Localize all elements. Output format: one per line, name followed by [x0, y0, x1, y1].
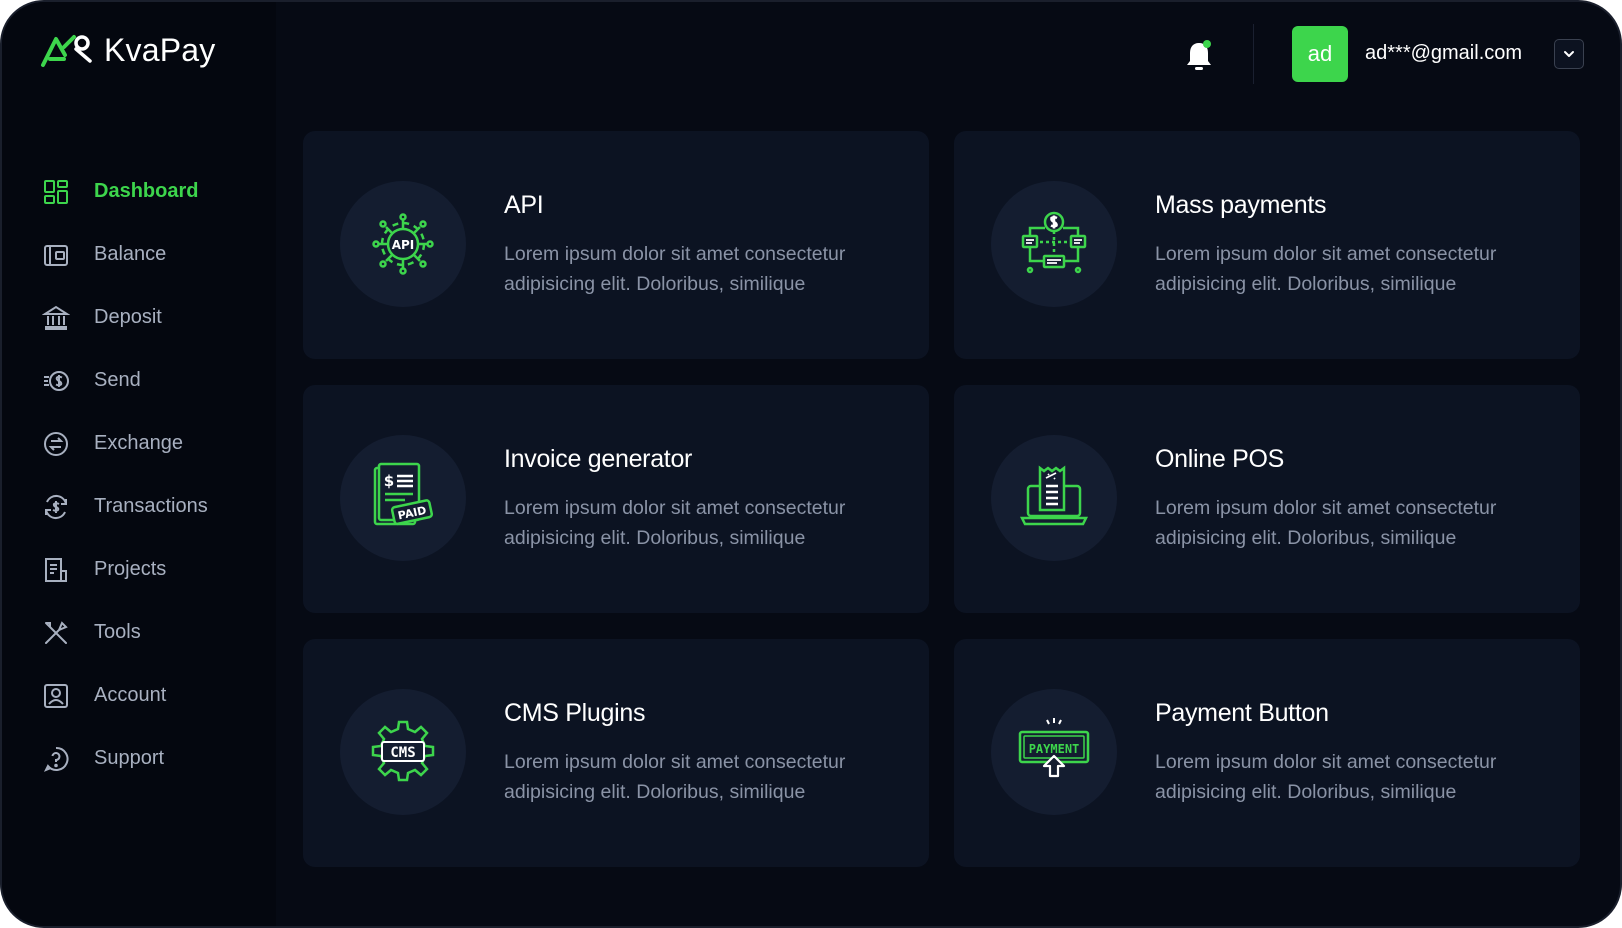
- feature-card-online-pos[interactable]: Online POS Lorem ipsum dolor sit amet co…: [954, 385, 1580, 613]
- sidebar-item-balance[interactable]: Balance: [40, 223, 208, 286]
- card-icon-badge: [991, 435, 1117, 561]
- user-email: ad***@gmail.com: [1365, 42, 1523, 64]
- exchange-icon: [40, 428, 72, 460]
- dashboard-icon: [40, 176, 72, 208]
- payment-button-icon: PAYMENT: [1018, 718, 1090, 778]
- sidebar-item-account[interactable]: Account: [40, 664, 208, 727]
- support-icon: [40, 743, 72, 775]
- card-title: CMS Plugins: [504, 699, 646, 727]
- sidebar-item-label: Projects: [94, 558, 167, 580]
- sidebar-item-label: Deposit: [94, 306, 162, 328]
- invoice-paid-icon: $ PAID: [373, 462, 434, 526]
- sidebar-item-label: Support: [94, 747, 165, 769]
- card-description: Lorem ipsum dolor sit amet consectetur a…: [1155, 497, 1497, 549]
- feature-card-api[interactable]: API API Lorem ipsum dolor sit amet conse…: [303, 131, 929, 359]
- sidebar-item-label: Transactions: [94, 495, 208, 517]
- invoice-dollar-glyph: $: [384, 472, 394, 490]
- bank-icon: [40, 302, 72, 334]
- card-description: Lorem ipsum dolor sit amet consectetur a…: [1155, 751, 1497, 803]
- cms-gear-icon: CMS: [371, 720, 435, 782]
- card-title: Payment Button: [1155, 699, 1329, 727]
- sidebar-item-label: Account: [94, 684, 167, 706]
- app-window: KvaPay Dashboard Balance Deposit Send Ex…: [0, 0, 1622, 928]
- sidebar-item-support[interactable]: Support: [40, 727, 208, 790]
- svg-text:API: API: [392, 238, 415, 252]
- notification-button[interactable]: [1180, 36, 1218, 76]
- card-description: Lorem ipsum dolor sit amet consectetur a…: [504, 243, 846, 295]
- card-title: Mass payments: [1155, 191, 1327, 219]
- transactions-icon: [40, 491, 72, 523]
- card-title: Invoice generator: [504, 445, 693, 473]
- card-icon-badge: [991, 181, 1117, 307]
- bell-icon: [1187, 40, 1211, 70]
- sidebar-item-label: Balance: [94, 243, 167, 265]
- sidebar-item-exchange[interactable]: Exchange: [40, 412, 208, 475]
- sidebar-item-label: Tools: [94, 621, 141, 643]
- header-divider: [1253, 24, 1254, 84]
- wallet-icon: [40, 239, 72, 271]
- projects-icon: [40, 554, 72, 586]
- sidebar-item-label: Exchange: [94, 432, 183, 454]
- card-description: Lorem ipsum dolor sit amet consectetur a…: [504, 497, 846, 549]
- api-gear-icon: API: [372, 213, 434, 275]
- feature-card-invoice-generator[interactable]: $ PAID Invoice generator Lorem ipsum dol…: [303, 385, 929, 613]
- sidebar-item-label: Send: [94, 369, 141, 391]
- card-icon-badge: PAYMENT: [991, 689, 1117, 815]
- card-icon-badge: CMS: [340, 689, 466, 815]
- card-description: Lorem ipsum dolor sit amet consectetur a…: [504, 751, 846, 803]
- account-icon: [40, 680, 72, 712]
- sidebar-item-send[interactable]: Send: [40, 349, 208, 412]
- card-title: Online POS: [1155, 445, 1285, 473]
- card-icon-badge: API: [340, 181, 466, 307]
- payment-glyph: PAYMENT: [1029, 742, 1080, 756]
- feature-card-cms-plugins[interactable]: CMS CMS Plugins Lorem ipsum dolor sit am…: [303, 639, 929, 867]
- account-dropdown-button[interactable]: [1554, 39, 1584, 69]
- tools-icon: [40, 617, 72, 649]
- sidebar: KvaPay Dashboard Balance Deposit Send Ex…: [2, 2, 276, 926]
- sidebar-item-deposit[interactable]: Deposit: [40, 286, 208, 349]
- cms-glyph: CMS: [390, 745, 415, 761]
- logo[interactable]: KvaPay: [40, 28, 215, 72]
- chevron-down-icon: [1564, 51, 1574, 57]
- sidebar-item-transactions[interactable]: Transactions: [40, 475, 208, 538]
- kvapay-logo-icon: [41, 35, 92, 67]
- feature-card-mass-payments[interactable]: Mass payments Lorem ipsum dolor sit amet…: [954, 131, 1580, 359]
- card-description: Lorem ipsum dolor sit amet consectetur a…: [1155, 243, 1497, 295]
- avatar[interactable]: ad: [1292, 26, 1348, 82]
- card-icon-badge: $ PAID: [340, 435, 466, 561]
- card-title: API: [504, 191, 544, 219]
- pos-terminal-icon: [1019, 465, 1089, 526]
- sidebar-nav: Dashboard Balance Deposit Send Exchange …: [40, 160, 208, 790]
- sidebar-item-projects[interactable]: Projects: [40, 538, 208, 601]
- sidebar-item-label: Dashboard: [94, 180, 199, 202]
- send-money-icon: [40, 365, 72, 397]
- sidebar-item-dashboard[interactable]: Dashboard: [40, 160, 208, 223]
- feature-card-payment-button[interactable]: PAYMENT Payment Button Lorem ipsum dolor…: [954, 639, 1580, 867]
- sidebar-item-tools[interactable]: Tools: [40, 601, 208, 664]
- brand-name: KvaPay: [104, 31, 216, 68]
- mass-payments-icon: [1021, 211, 1087, 274]
